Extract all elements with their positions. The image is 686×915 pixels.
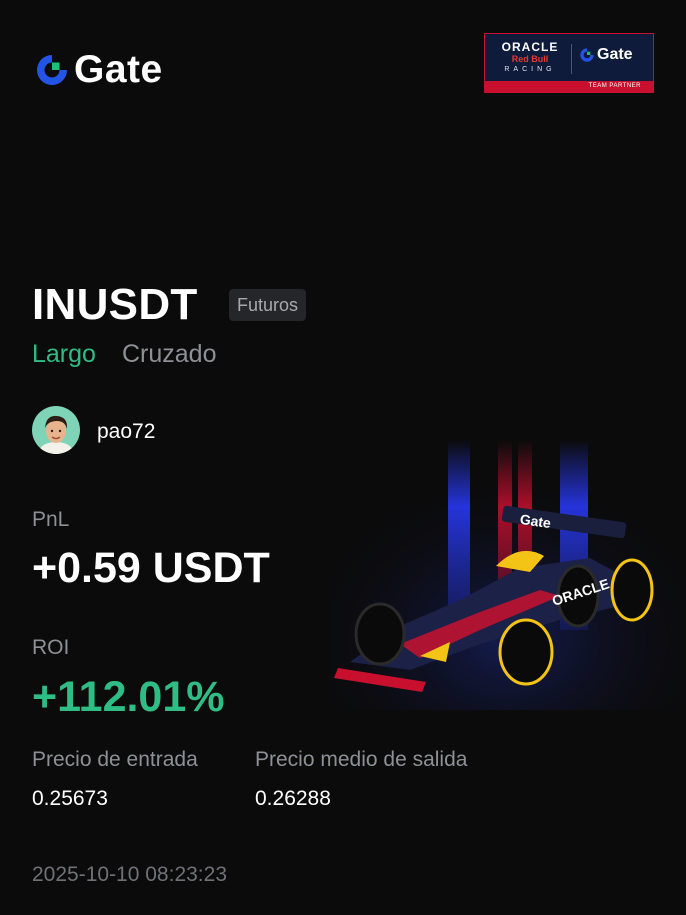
trading-pair: INUSDT bbox=[32, 280, 198, 329]
gate-logo-icon bbox=[37, 54, 67, 85]
gate-brand: Gate bbox=[34, 50, 163, 89]
margin-mode: Cruzado bbox=[122, 340, 217, 368]
brand-name: Gate bbox=[74, 48, 163, 91]
redbull-text: Red Bull bbox=[511, 54, 549, 64]
roi-value: +112.01% bbox=[32, 673, 225, 721]
position-side: Largo bbox=[32, 340, 96, 368]
roi-label: ROI bbox=[32, 636, 70, 659]
timestamp: 2025-10-10 08:23:23 bbox=[32, 863, 227, 886]
oracle-text: ORACLE bbox=[501, 40, 559, 54]
pnl-value: +0.59 USDT bbox=[32, 544, 270, 592]
entry-price-label: Precio de entrada bbox=[32, 748, 198, 771]
entry-price-value: 0.25673 bbox=[32, 787, 108, 810]
pnl-share-card: Gate ORACLE Red Bull RACING Gate TEAM PA… bbox=[0, 0, 686, 915]
gate-logo-icon bbox=[580, 48, 594, 62]
f1-car-illustration: Gate ORACLE bbox=[330, 430, 686, 710]
market-type-tag: Futuros bbox=[229, 289, 307, 321]
badge-gate-text: Gate bbox=[597, 46, 633, 63]
badge-divider bbox=[571, 44, 572, 74]
badge-gate-logo: Gate bbox=[579, 46, 633, 64]
pnl-label: PnL bbox=[32, 508, 70, 531]
user-avatar bbox=[32, 406, 80, 454]
racing-text: RACING bbox=[504, 66, 556, 73]
team-partner-badge: ORACLE Red Bull RACING Gate TEAM PARTNER bbox=[484, 33, 654, 93]
exit-price-value: 0.26288 bbox=[255, 787, 331, 810]
oracle-redbull-logo: ORACLE Red Bull RACING bbox=[493, 40, 567, 75]
team-partner-band: TEAM PARTNER bbox=[485, 81, 653, 92]
exit-price-label: Precio medio de salida bbox=[255, 748, 468, 771]
username: pao72 bbox=[97, 420, 156, 443]
